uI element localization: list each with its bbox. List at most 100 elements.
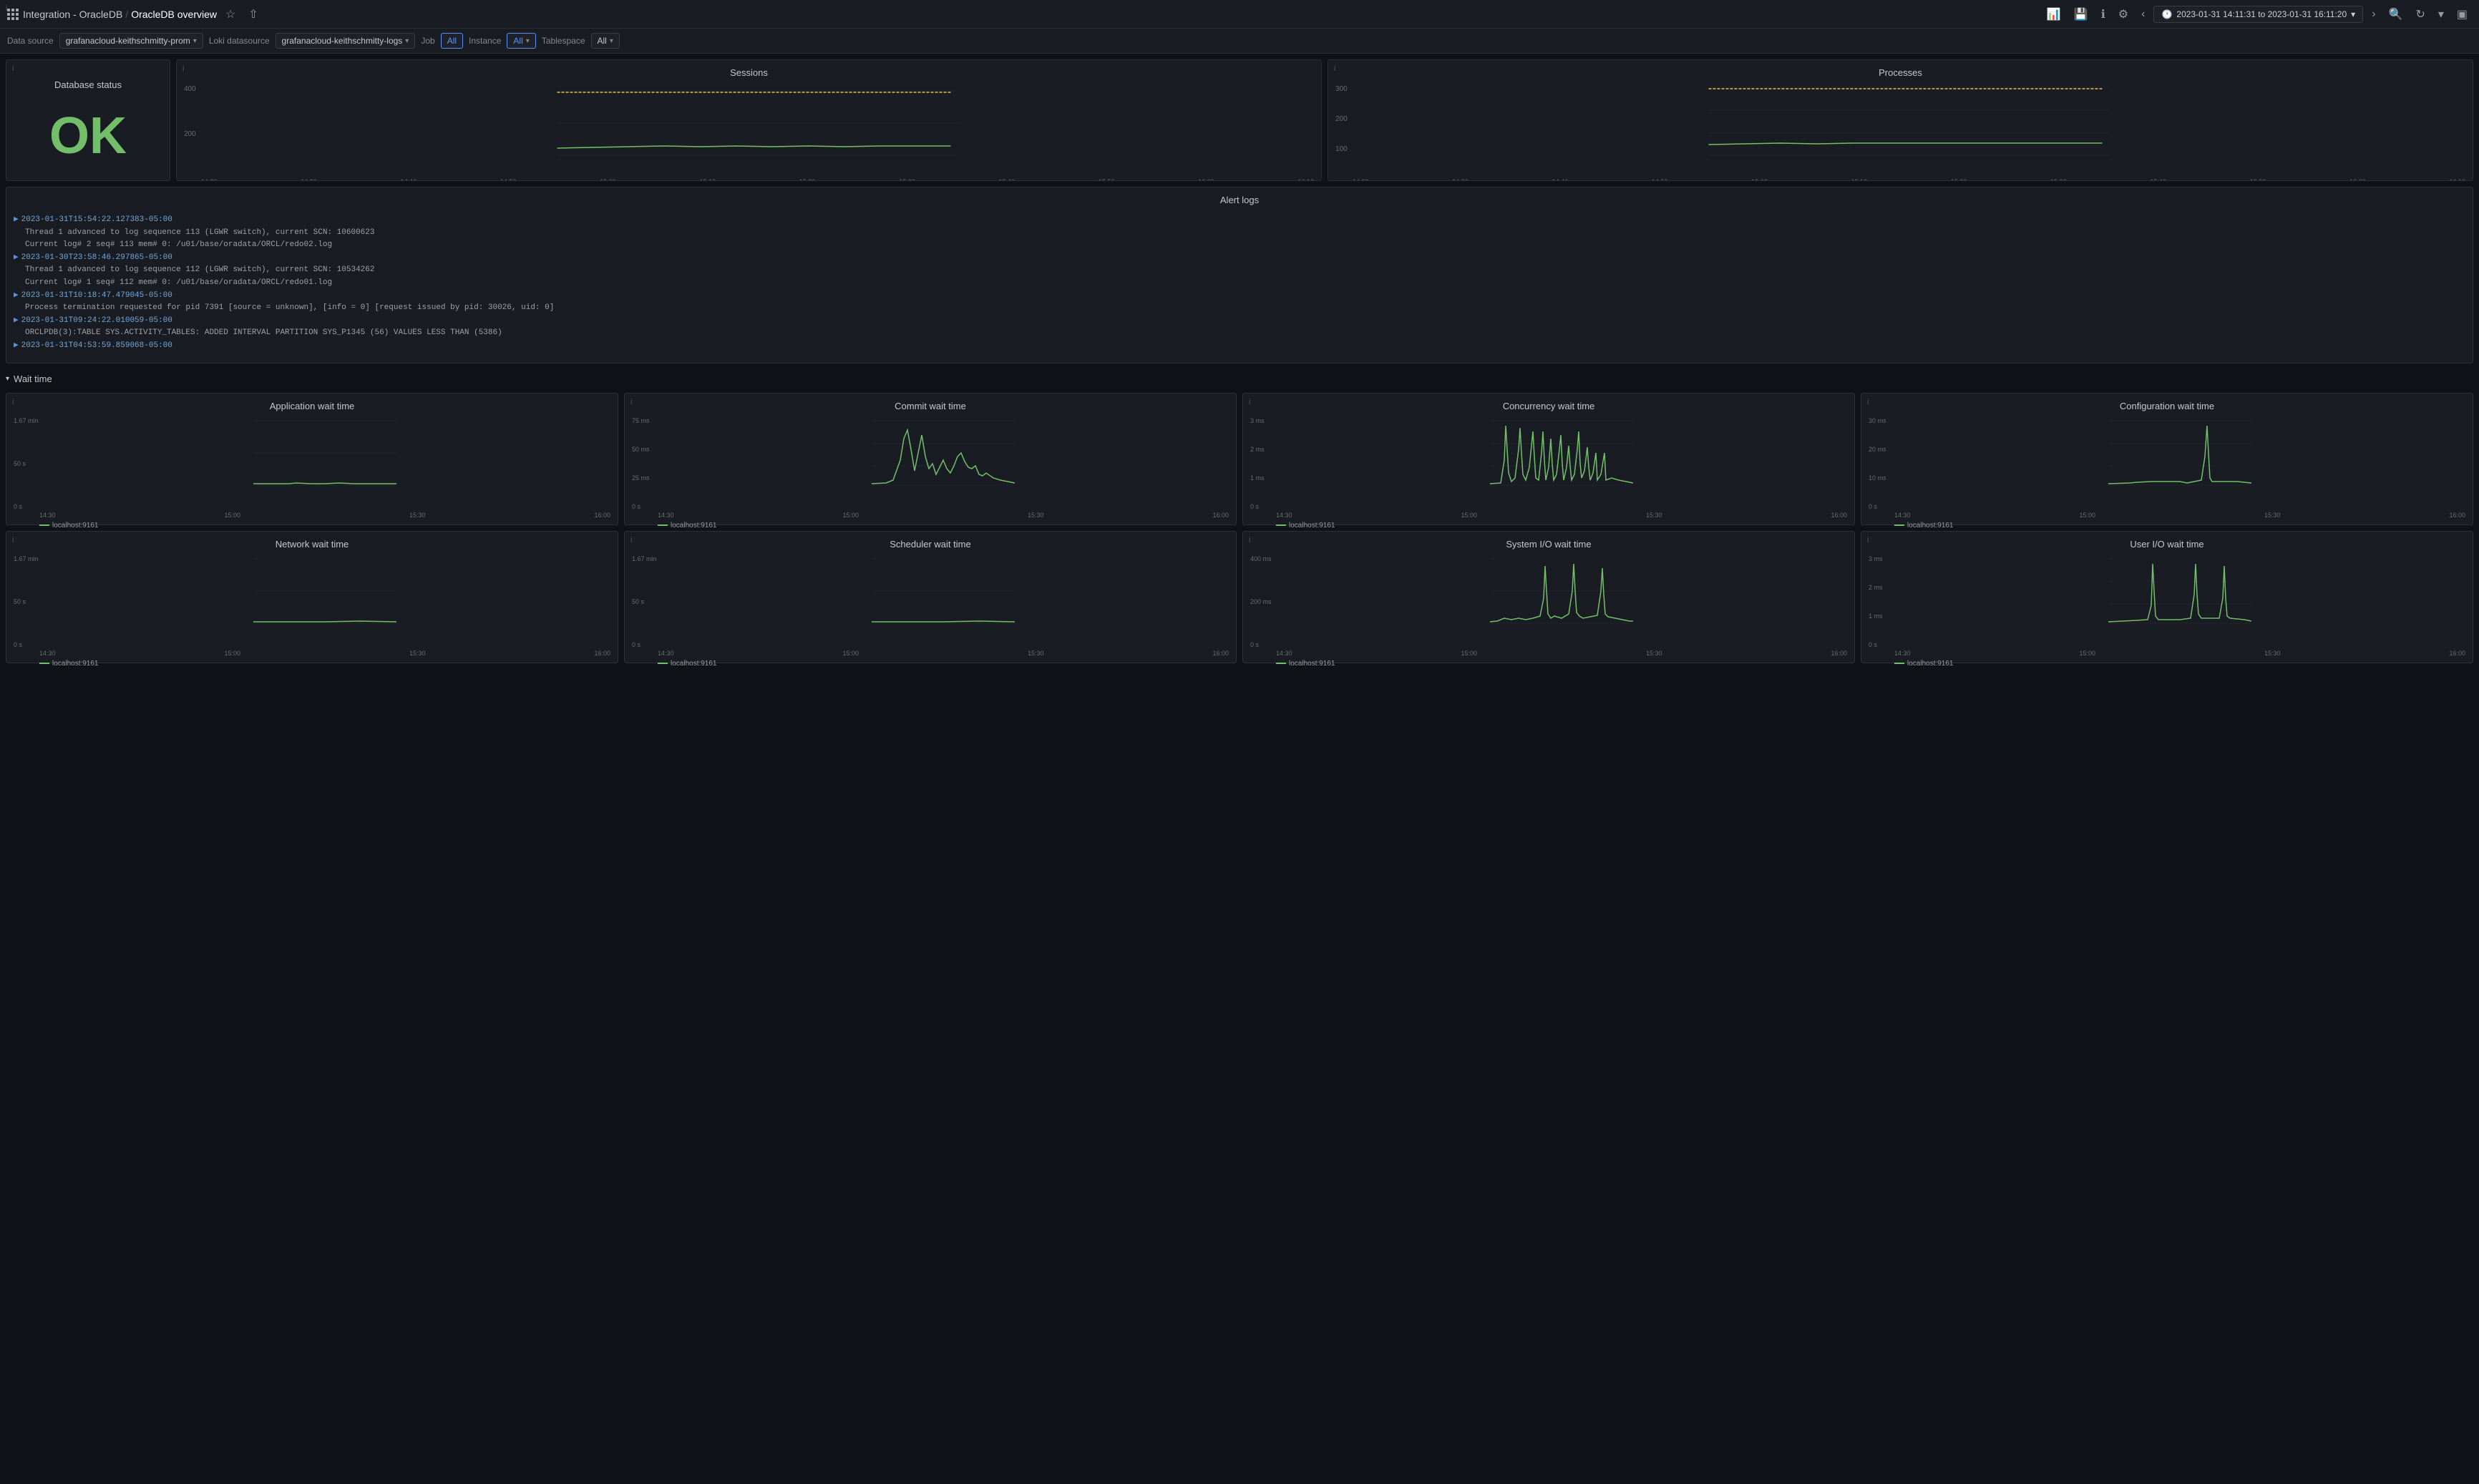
commit-y1: 75 ms bbox=[632, 417, 650, 424]
config-info[interactable]: i bbox=[1867, 398, 1869, 406]
sysio-x: 14:3015:0015:3016:00 bbox=[1276, 650, 1847, 657]
app-wait-title: Application wait time bbox=[14, 401, 610, 411]
time-range-btn[interactable]: 🕐 2023-01-31 14:11:31 to 2023-01-31 16:1… bbox=[2153, 6, 2363, 23]
scheduler-x: 14:3015:0015:3016:00 bbox=[658, 650, 1229, 657]
network-legend-item: localhost:9161 bbox=[39, 660, 99, 668]
app-wait-legend: localhost:9161 bbox=[39, 522, 610, 529]
instance-chevron: ▾ bbox=[526, 37, 530, 45]
row-1: i Database status OK i Sessions 400 200 bbox=[6, 59, 2473, 181]
log-ts-9: 2023-01-31T09:24:22.010059-05:00 bbox=[21, 315, 172, 328]
network-wait-panel: i Network wait time 1.67 min 50 s 0 s 14… bbox=[6, 531, 618, 663]
concurrency-line bbox=[1276, 524, 1286, 526]
commit-wait-info[interactable]: i bbox=[630, 398, 632, 406]
processes-panel: i Processes 300 200 100 bbox=[1328, 59, 2473, 181]
log-expand-11[interactable]: ▶ bbox=[14, 340, 19, 353]
conc-y3: 1 ms bbox=[1250, 474, 1265, 482]
network-chart bbox=[39, 555, 610, 627]
prev-btn[interactable]: ‹ bbox=[2137, 5, 2149, 24]
main-content: i Database status OK i Sessions 400 200 bbox=[0, 54, 2479, 675]
concurrency-info[interactable]: i bbox=[1249, 398, 1250, 406]
log-line-4: ▶ 2023-01-30T23:58:46.297865-05:00 bbox=[14, 252, 2465, 265]
sessions-x-3: 14:40 bbox=[401, 178, 417, 181]
processes-title: Processes bbox=[1335, 67, 2465, 78]
userio-info[interactable]: i bbox=[1867, 536, 1869, 545]
job-chip[interactable]: All bbox=[441, 33, 463, 49]
concurrency-label: localhost:9161 bbox=[1289, 522, 1335, 529]
tablespace-label: Tablespace bbox=[542, 36, 585, 46]
sessions-x-8: 15:30 bbox=[899, 178, 915, 181]
star-button[interactable]: ☆ bbox=[221, 4, 240, 24]
alert-logs-panel: i Alert logs ▶ 2023-01-31T15:54:22.12738… bbox=[6, 187, 2473, 363]
log-expand-9[interactable]: ▶ bbox=[14, 315, 19, 328]
tablespace-value: All bbox=[598, 36, 607, 46]
conc-y2: 2 ms bbox=[1250, 446, 1265, 453]
userio-label: localhost:9161 bbox=[1907, 660, 1954, 668]
sessions-info[interactable]: i bbox=[182, 64, 184, 73]
sessions-x-5: 15:00 bbox=[600, 178, 616, 181]
log-line-7: ▶ 2023-01-31T10:18:47.479045-05:00 bbox=[14, 290, 2465, 303]
sysio-info[interactable]: i bbox=[1249, 536, 1250, 545]
scheduler-info[interactable]: i bbox=[630, 536, 632, 545]
commit-y3: 25 ms bbox=[632, 474, 650, 482]
config-y2: 20 ms bbox=[1869, 446, 1886, 453]
wait-time-section-header[interactable]: ▾ Wait time bbox=[6, 369, 2473, 389]
log-expand-7[interactable]: ▶ bbox=[14, 290, 19, 303]
log-expand-1[interactable]: ▶ bbox=[14, 214, 19, 227]
app-wait-y1: 1.67 min bbox=[14, 417, 39, 424]
log-text-6: Current log# 1 seq# 112 mem# 0: /u01/bas… bbox=[25, 277, 332, 290]
graph-icon-btn[interactable]: 📊 bbox=[2042, 4, 2065, 24]
refresh-dropdown-btn[interactable]: ▾ bbox=[2434, 4, 2448, 24]
sched-y1: 1.67 min bbox=[632, 555, 657, 562]
sessions-x-7: 15:20 bbox=[799, 178, 816, 181]
app-wait-info[interactable]: i bbox=[12, 398, 14, 406]
log-line-9: ▶ 2023-01-31T09:24:22.010059-05:00 bbox=[14, 315, 2465, 328]
sessions-x-9: 15:40 bbox=[999, 178, 1016, 181]
processes-info[interactable]: i bbox=[1334, 64, 1335, 73]
scheduler-title: Scheduler wait time bbox=[632, 539, 1229, 550]
info-icon-btn[interactable]: ℹ bbox=[2097, 4, 2110, 24]
network-title: Network wait time bbox=[14, 539, 610, 550]
loki-datasource-value: grafanacloud-keithschmitty-logs bbox=[282, 36, 403, 46]
save-icon-btn[interactable]: 💾 bbox=[2070, 4, 2093, 24]
settings-icon-btn[interactable]: ⚙ bbox=[2114, 4, 2133, 24]
next-btn[interactable]: › bbox=[2367, 5, 2380, 24]
sysio-y1: 400 ms bbox=[1250, 555, 1272, 562]
job-value: All bbox=[447, 36, 457, 46]
app-wait-y3: 0 s bbox=[14, 503, 39, 510]
breadcrumb-sep: / bbox=[125, 9, 128, 20]
data-source-chip[interactable]: grafanacloud-keithschmitty-prom ▾ bbox=[59, 33, 203, 49]
log-line-1: ▶ 2023-01-31T15:54:22.127383-05:00 bbox=[14, 214, 2465, 227]
sessions-x-4: 14:50 bbox=[500, 178, 517, 181]
log-ts-11: 2023-01-31T04:53:59.859068-05:00 bbox=[21, 340, 172, 353]
db-status-info[interactable]: i bbox=[12, 64, 14, 73]
log-line-6: Current log# 1 seq# 112 mem# 0: /u01/bas… bbox=[14, 277, 2465, 290]
db-status-title: Database status bbox=[54, 79, 122, 90]
network-info[interactable]: i bbox=[12, 536, 14, 545]
sysio-line bbox=[1276, 663, 1286, 664]
sysio-chart bbox=[1276, 555, 1847, 627]
alert-logs-info[interactable]: i bbox=[6, 4, 7, 13]
sessions-x-12: 16:10 bbox=[1297, 178, 1314, 181]
log-line-10: ORCLPDB(3):TABLE SYS.ACTIVITY_TABLES: AD… bbox=[14, 327, 2465, 340]
tv-btn[interactable]: ▣ bbox=[2453, 4, 2472, 24]
top-bar-left: Integration - OracleDB / OracleDB overvi… bbox=[7, 4, 2037, 24]
share-button[interactable]: ⇧ bbox=[244, 4, 262, 24]
loki-datasource-label: Loki datasource bbox=[209, 36, 270, 46]
loki-datasource-chip[interactable]: grafanacloud-keithschmitty-logs ▾ bbox=[276, 33, 416, 49]
scheduler-line bbox=[658, 663, 668, 664]
net-y1: 1.67 min bbox=[14, 555, 39, 562]
data-source-label: Data source bbox=[7, 36, 54, 46]
log-text-5: Thread 1 advanced to log sequence 112 (L… bbox=[25, 264, 374, 277]
integration-label[interactable]: Integration - OracleDB bbox=[23, 9, 122, 20]
sessions-y-200: 200 bbox=[184, 130, 196, 138]
grid-icon[interactable] bbox=[7, 9, 19, 20]
sessions-x-1: 14:20 bbox=[201, 178, 218, 181]
conc-y4: 0 s bbox=[1250, 503, 1265, 510]
tablespace-chip[interactable]: All ▾ bbox=[591, 33, 620, 49]
proc-y-300: 300 bbox=[1335, 85, 1348, 93]
zoom-btn[interactable]: 🔍 bbox=[2385, 4, 2407, 24]
instance-chip[interactable]: All ▾ bbox=[507, 33, 535, 49]
log-expand-4[interactable]: ▶ bbox=[14, 252, 19, 265]
sched-y2: 50 s bbox=[632, 598, 657, 605]
refresh-btn[interactable]: ↻ bbox=[2411, 4, 2429, 24]
